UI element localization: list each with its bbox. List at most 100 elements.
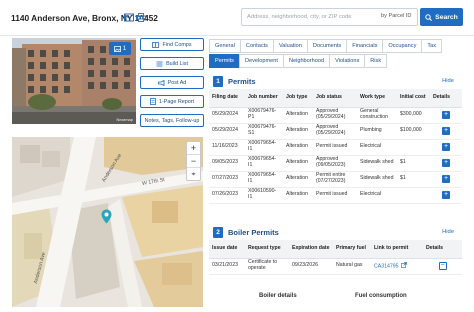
boiler-permits-table: Issue date Request type Expiration date … xyxy=(209,240,462,275)
boiler-title: Boiler Permits xyxy=(228,228,279,237)
fuel-consumption-heading: Fuel consumption xyxy=(355,293,407,299)
tab-development[interactable]: Development xyxy=(238,54,283,68)
locate-button[interactable]: ⌖ xyxy=(187,168,200,181)
col-boiler-details: Details xyxy=(423,240,462,259)
cell-request-type: Certificate to operate xyxy=(245,258,289,275)
col-request-type: Request type xyxy=(245,240,289,259)
external-link-icon[interactable] xyxy=(401,261,407,271)
col-issue-date: Issue date xyxy=(209,240,245,259)
cell-initial-cost: $1 xyxy=(397,155,430,172)
find-comps-button[interactable]: Find Comps xyxy=(140,38,204,51)
location-pin-icon[interactable] xyxy=(101,209,112,224)
printer-icon[interactable] xyxy=(136,13,146,22)
tab-valuation[interactable]: Valuation xyxy=(272,39,307,53)
zoom-out-button[interactable]: − xyxy=(187,155,200,168)
cell-details: + xyxy=(430,171,462,188)
cell-initial-cost: $1 xyxy=(397,171,430,188)
table-row: 07/27/2023 X00679654-I1 Alteration Permi… xyxy=(209,171,462,188)
col-details: Details xyxy=(430,89,462,108)
post-ad-button[interactable]: Post Ad xyxy=(140,76,204,89)
cell-filing-date: 05/29/2024 xyxy=(209,107,245,124)
tab-violations[interactable]: Violations xyxy=(329,54,365,68)
comps-icon xyxy=(152,41,160,48)
cell-details: + xyxy=(430,139,462,156)
boiler-permits-section: 2 Boiler Permits Hide Issue date Request… xyxy=(209,225,462,299)
property-map[interactable]: Anderson Ave W 17th St Anderson Ave xyxy=(12,137,203,307)
photo-count-badge[interactable]: 1 xyxy=(109,42,131,55)
tab-financials[interactable]: Financials xyxy=(346,39,383,53)
cell-job-type: Alteration xyxy=(283,139,313,156)
cell-filing-date: 07/27/2023 xyxy=(209,171,245,188)
cell-job-type: Alteration xyxy=(283,187,313,204)
megaphone-icon xyxy=(157,79,165,86)
expand-details-button[interactable]: + xyxy=(442,110,450,119)
build-list-label: Build List xyxy=(166,60,188,67)
expand-details-button[interactable]: + xyxy=(442,174,450,183)
col-link-to-permit: Link to permit xyxy=(371,240,423,259)
expand-details-button[interactable]: + xyxy=(442,158,450,167)
permits-hide-link[interactable]: Hide xyxy=(442,78,454,84)
col-initial-cost: Initial cost xyxy=(397,89,430,108)
cell-filing-date: 05/29/2024 xyxy=(209,123,245,140)
cell-job-type: Alteration xyxy=(283,107,313,124)
tab-permits[interactable]: Permits xyxy=(209,54,239,68)
permits-table: Filing date Job number Job type Job stat… xyxy=(209,89,462,204)
cell-expiration-date: 09/23/2026 xyxy=(289,258,333,275)
collapse-details-button[interactable]: − xyxy=(438,261,447,270)
col-expiration-date: Expiration date xyxy=(289,240,333,259)
tabs-row-1: General Contacts Valuation Documents Fin… xyxy=(209,39,443,53)
tab-neighborhood[interactable]: Neighborhood xyxy=(282,54,330,68)
permits-title: Permits xyxy=(228,77,256,86)
expand-details-button[interactable]: + xyxy=(442,190,450,199)
cell-job-status: Approved (05/29/2024) xyxy=(313,107,357,124)
permits-header-row: Filing date Job number Job type Job stat… xyxy=(209,89,462,108)
cell-job-number: X00679654-I1 xyxy=(245,155,283,172)
tab-general[interactable]: General xyxy=(209,39,240,53)
permits-section: 1 Permits Hide Filing date Job number Jo… xyxy=(209,74,462,204)
cell-job-number: X00679476-P1 xyxy=(245,107,283,124)
cell-initial-cost xyxy=(397,139,430,156)
notes-tags-label: Notes, Tags, Follow-up xyxy=(144,117,200,124)
boiler-hide-link[interactable]: Hide xyxy=(442,229,454,235)
col-job-type: Job type xyxy=(283,89,313,108)
search-button[interactable]: Search xyxy=(420,8,463,26)
cell-work-type: Sidewalk shed xyxy=(357,171,397,188)
boiler-section-number: 2 xyxy=(213,227,223,238)
build-list-button[interactable]: Build List xyxy=(140,57,204,70)
permits-section-number: 1 xyxy=(213,76,223,87)
cell-job-type: Alteration xyxy=(283,171,313,188)
permit-link[interactable]: CA314795 xyxy=(374,263,399,270)
notes-tags-button[interactable]: Notes, Tags, Follow-up xyxy=(140,114,204,127)
search-button-label: Search xyxy=(435,13,458,21)
cell-initial-cost xyxy=(397,187,430,204)
cell-filing-date: 11/16/2023 xyxy=(209,139,245,156)
tab-documents[interactable]: Documents xyxy=(306,39,347,53)
page-report-button[interactable]: 1-Page Report xyxy=(140,95,204,108)
expand-details-button[interactable]: + xyxy=(442,126,450,135)
expand-details-button[interactable]: + xyxy=(442,142,450,151)
table-row: 09/05/2023 X00679654-I1 Alteration Appro… xyxy=(209,155,462,172)
boiler-header-row: Issue date Request type Expiration date … xyxy=(209,240,462,259)
tab-contacts[interactable]: Contacts xyxy=(239,39,273,53)
cell-issue-date: 03/21/2023 xyxy=(209,258,245,275)
photo-caption: Nearmap xyxy=(116,117,133,122)
cell-details: + xyxy=(430,155,462,172)
tab-occupancy[interactable]: Occupancy xyxy=(382,39,422,53)
cell-work-type: Electrical xyxy=(357,139,397,156)
tab-risk[interactable]: Risk xyxy=(364,54,388,68)
tabs-row-2: Permits Development Neighborhood Violati… xyxy=(209,54,388,68)
envelope-icon[interactable] xyxy=(124,13,134,22)
cell-details: + xyxy=(430,107,462,124)
property-photo[interactable]: 1 Nearmap xyxy=(12,38,136,124)
search-input[interactable] xyxy=(242,9,378,25)
search-icon xyxy=(425,13,433,21)
zoom-in-button[interactable]: + xyxy=(187,142,200,155)
col-job-status: Job status xyxy=(313,89,357,108)
search-by-parcel-link[interactable]: by Parcel ID xyxy=(381,13,411,19)
cell-job-status: Permit issued xyxy=(313,187,357,204)
table-row: 05/29/2024 X00679476-S1 Alteration Appro… xyxy=(209,123,462,140)
tab-tax[interactable]: Tax xyxy=(421,39,443,53)
permits-header: 1 Permits Hide xyxy=(209,74,462,89)
cell-filing-date: 09/05/2023 xyxy=(209,155,245,172)
table-row: 03/21/2023 Certificate to operate 09/23/… xyxy=(209,258,462,275)
